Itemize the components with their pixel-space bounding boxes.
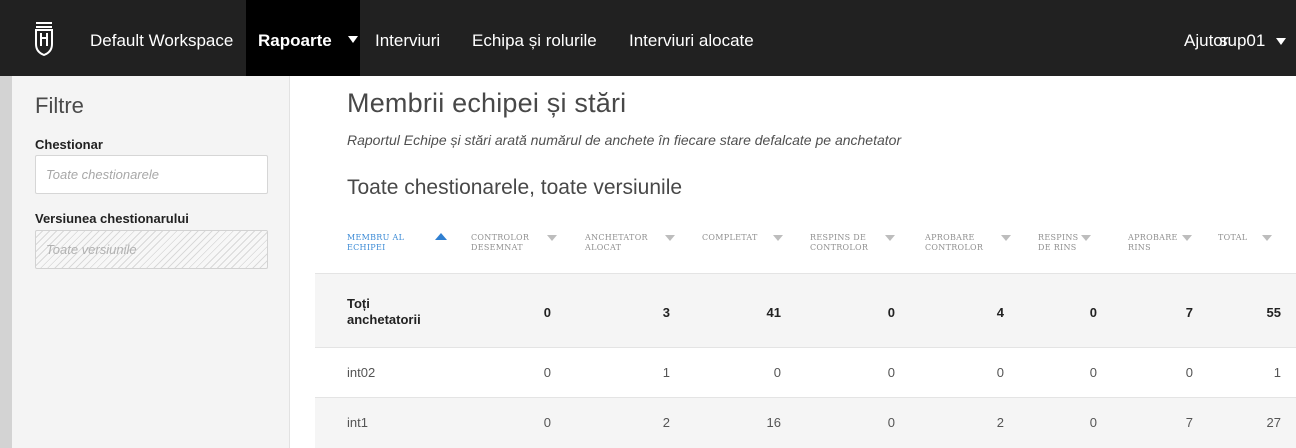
sort-icon[interactable] <box>1182 235 1192 241</box>
page-subtitle: Raportul Echipe și stări arată numărul d… <box>347 132 902 148</box>
questionnaire-placeholder: Toate chestionarele <box>46 167 159 182</box>
sort-icon[interactable] <box>1262 235 1272 241</box>
menu-team-roles[interactable]: Echipa și rolurile <box>472 30 597 52</box>
menu-reports-label: Rapoarte <box>258 31 332 50</box>
version-placeholder: Toate versiunile <box>46 242 137 257</box>
table-cell: 3 <box>662 305 670 320</box>
sort-icon[interactable] <box>547 235 557 241</box>
table-cell: 0 <box>543 365 551 380</box>
table-cell: 0 <box>1089 365 1097 380</box>
table-cell: 0 <box>1089 305 1097 320</box>
page-title: Membrii echipei și stări <box>347 88 627 118</box>
column-header-rejected-by-supervisor[interactable]: RESPINS DE CONTROLOR <box>810 233 868 253</box>
table-cell: 7 <box>1185 305 1193 320</box>
table-cell: 0 <box>1185 365 1193 380</box>
table-cell: 0 <box>543 305 551 320</box>
sort-icon[interactable] <box>885 235 895 241</box>
workspace-logo-icon[interactable] <box>34 22 54 56</box>
row-member-name: int1 <box>347 415 368 430</box>
menu-assigned-interviews[interactable]: Interviuri alocate <box>629 30 754 52</box>
table-cell: 0 <box>887 415 895 430</box>
top-navbar: Default Workspace Rapoarte Interviuri Ec… <box>0 0 1296 76</box>
chevron-down-icon[interactable] <box>1276 38 1286 45</box>
sort-icon[interactable] <box>1001 235 1011 241</box>
table-cell: 1 <box>662 365 670 380</box>
section-title: Toate chestionarele, toate versiunile <box>347 176 683 199</box>
user-menu[interactable]: sup01 <box>1219 30 1265 52</box>
table-cell: 27 <box>1266 415 1281 430</box>
column-header-supervisor-approval[interactable]: APROBARE CONTROLOR <box>925 233 983 253</box>
table-cell: 41 <box>766 305 781 320</box>
row-background <box>315 398 1296 448</box>
table-cell: 0 <box>773 365 781 380</box>
column-header-assigned-interviewer[interactable]: ANCHETATOR ALOCAT <box>585 233 648 253</box>
column-header-total[interactable]: TOTAL <box>1218 233 1247 243</box>
filters-title: Filtre <box>35 93 84 118</box>
table-cell: 2 <box>662 415 670 430</box>
column-header-assigned-supervisor[interactable]: CONTROLOR DESEMNAT <box>471 233 529 253</box>
row-divider <box>315 347 1296 348</box>
menu-interviews[interactable]: Interviuri <box>375 30 440 52</box>
questionnaire-label: Chestionar <box>35 137 103 152</box>
table-cell: 0 <box>543 415 551 430</box>
chevron-down-icon <box>348 36 358 43</box>
table-cell: 1 <box>1273 365 1281 380</box>
table-cell: 0 <box>887 365 895 380</box>
table-cell: 0 <box>887 305 895 320</box>
sort-icon[interactable] <box>1081 235 1091 241</box>
sort-icon[interactable] <box>665 235 675 241</box>
version-label: Versiunea chestionarului <box>35 211 189 226</box>
table-cell: 7 <box>1185 415 1193 430</box>
table-cell: 0 <box>996 365 1004 380</box>
row-member-name: int02 <box>347 365 376 380</box>
column-header-team-member[interactable]: MEMBRU AL ECHIPEI <box>347 233 404 253</box>
left-frame-strip <box>0 76 12 448</box>
column-header-hq-approval[interactable]: APROBARE RINS <box>1128 233 1178 253</box>
table-cell: 4 <box>996 305 1004 320</box>
table-cell: 16 <box>766 415 781 430</box>
column-header-completed[interactable]: COMPLETAT <box>702 233 758 243</box>
column-header-rejected-by-hq[interactable]: RESPINS DE RINS <box>1038 233 1078 253</box>
workspace-name[interactable]: Default Workspace <box>90 30 233 52</box>
table-cell: 2 <box>996 415 1004 430</box>
menu-reports[interactable]: Rapoarte <box>246 0 360 76</box>
total-row-background <box>315 274 1296 347</box>
sort-icon[interactable] <box>773 235 783 241</box>
version-select: Toate versiunile <box>35 230 268 269</box>
table-cell: 55 <box>1266 305 1281 320</box>
table-cell: 0 <box>1089 415 1097 430</box>
questionnaire-select[interactable]: Toate chestionarele <box>35 155 268 194</box>
sort-ascending-icon[interactable] <box>435 233 447 240</box>
total-row-label: Toți anchetatorii <box>347 296 421 327</box>
